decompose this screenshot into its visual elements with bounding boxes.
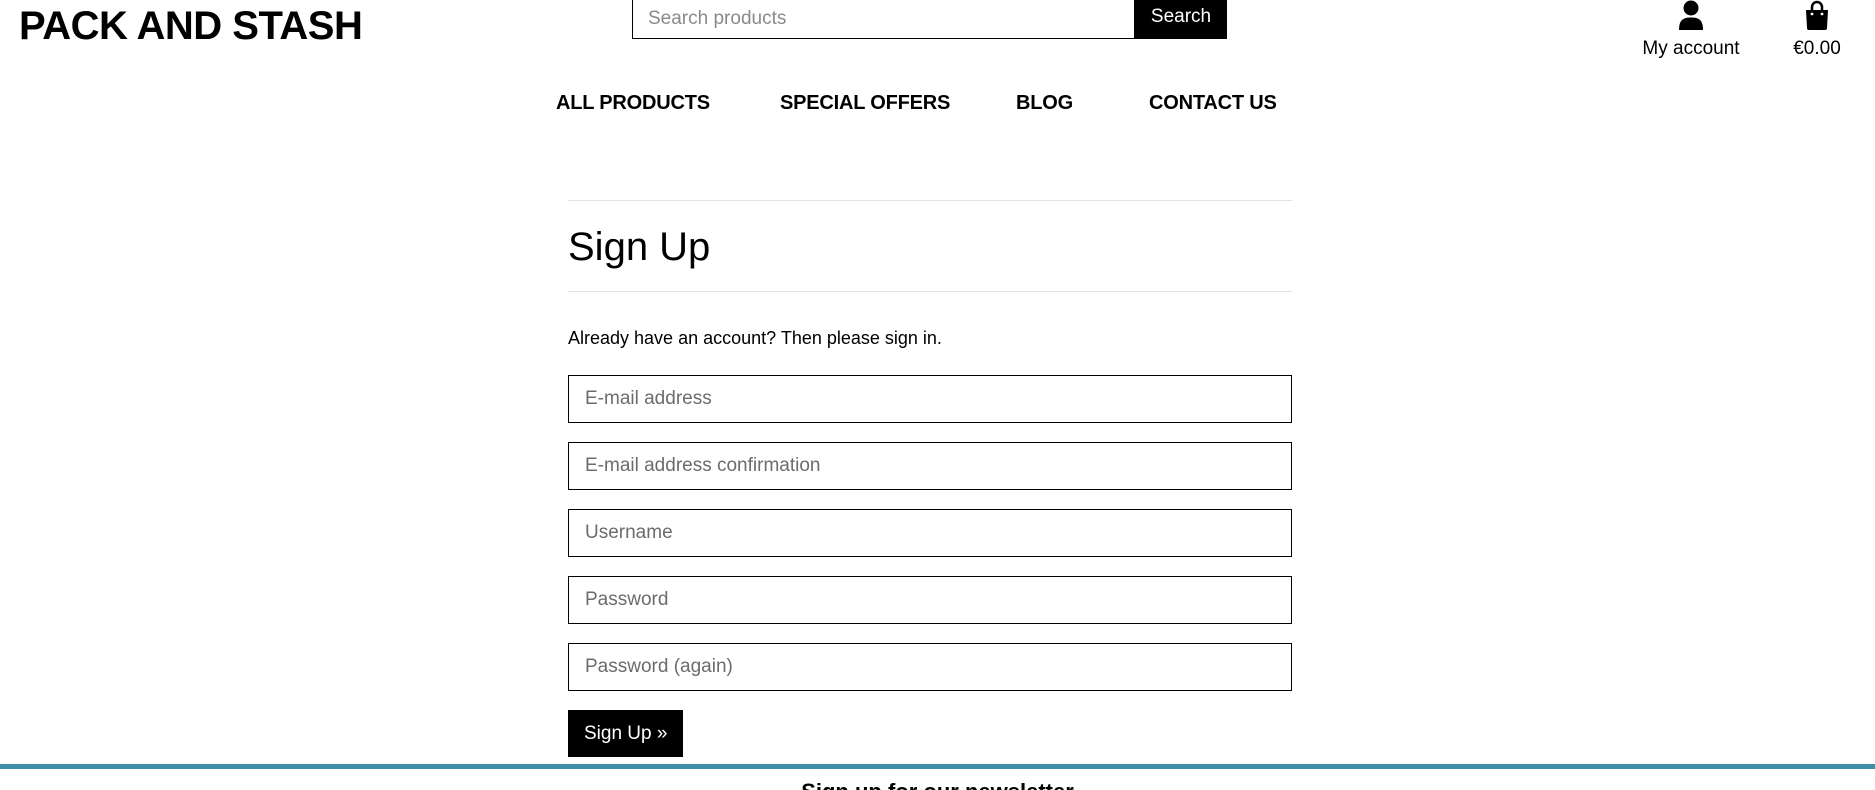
page: PACK AND STASH Search My account €0.00 A… [0, 0, 1875, 790]
password-field[interactable] [568, 576, 1292, 624]
nav-contact-us[interactable]: CONTACT US [1149, 92, 1277, 115]
site-logo[interactable]: PACK AND STASH [19, 2, 363, 50]
search-form: Search [632, 0, 1227, 39]
search-input[interactable] [632, 0, 1135, 39]
signup-button[interactable]: Sign Up » [568, 710, 684, 757]
user-icon [1636, 0, 1746, 35]
cart-link[interactable]: €0.00 [1782, 0, 1852, 60]
divider-bottom [568, 291, 1292, 292]
password-again-field[interactable] [568, 643, 1292, 691]
page-title: Sign Up [568, 225, 711, 269]
email-field[interactable] [568, 375, 1292, 423]
search-button[interactable]: Search [1135, 0, 1227, 39]
nav-blog[interactable]: BLOG [1016, 92, 1073, 115]
shopping-bag-icon [1782, 0, 1852, 35]
signup-section: Sign Up Already have an account? Then pl… [568, 200, 1292, 757]
divider-top [568, 200, 1292, 201]
my-account-link[interactable]: My account [1636, 0, 1746, 60]
signin-note[interactable]: Already have an account? Then please sig… [568, 326, 1292, 350]
email-confirm-field[interactable] [568, 442, 1292, 490]
my-account-label: My account [1642, 38, 1740, 59]
footer: Sign up for our newsletter [0, 764, 1875, 790]
cart-total: €0.00 [1793, 38, 1841, 59]
signup-form: Sign Up » [568, 375, 1292, 757]
nav-special-offers[interactable]: SPECIAL OFFERS [780, 92, 950, 115]
username-field[interactable] [568, 509, 1292, 557]
newsletter-title: Sign up for our newsletter [0, 779, 1875, 790]
nav-all-products[interactable]: ALL PRODUCTS [556, 92, 710, 115]
